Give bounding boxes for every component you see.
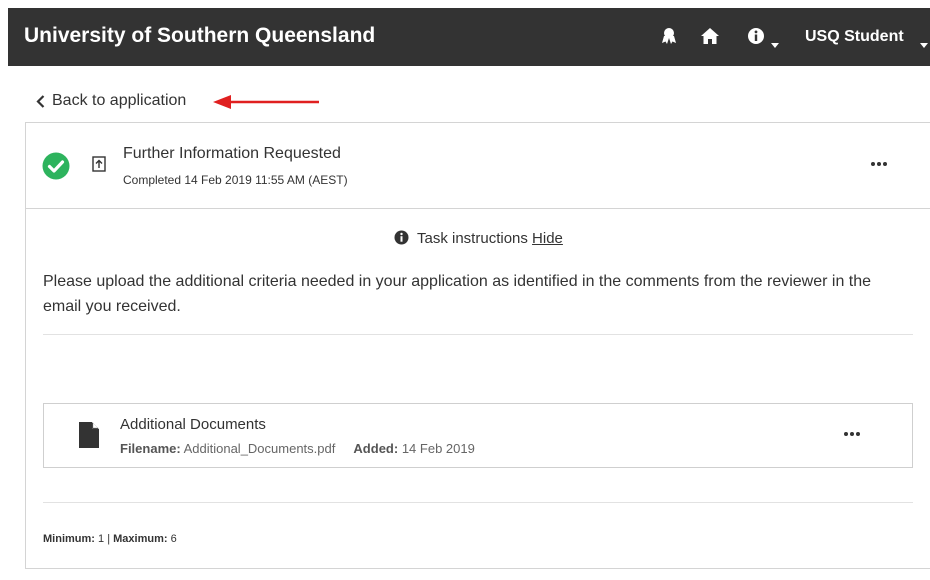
task-instructions-header: Task instructions Hide [26, 230, 930, 249]
file-name[interactable]: Additional_Documents.pdf [184, 441, 336, 456]
task-completed-status: Completed 14 Feb 2019 11:55 AM (AEST) [123, 173, 348, 187]
file-title: Additional Documents [120, 416, 266, 433]
task-more-options-icon[interactable] [866, 154, 892, 174]
uploaded-file-item: Additional Documents Filename: Additiona… [43, 403, 913, 468]
task-title: Further Information Requested [123, 145, 341, 162]
file-meta: Filename: Additional_Documents.pdf Added… [120, 441, 475, 456]
filename-label: Filename: [120, 441, 181, 456]
file-added-date: 14 Feb 2019 [401, 441, 475, 456]
hide-instructions-link[interactable]: Hide [532, 230, 563, 247]
minimum-label: Minimum: [43, 533, 95, 545]
user-dropdown-caret-icon[interactable] [920, 35, 928, 53]
file-count-limits: Minimum: 1 | Maximum: 6 [43, 533, 177, 545]
minimum-value: 1 [98, 533, 105, 545]
added-label: Added: [353, 441, 399, 456]
task-card-header: Further Information Requested Completed … [26, 123, 930, 209]
task-instructions-label: Task instructions [417, 230, 528, 247]
divider [43, 334, 913, 335]
file-more-options-icon[interactable] [839, 424, 865, 444]
top-navbar: University of Southern Queensland USQ St… [8, 8, 930, 66]
user-menu-label[interactable]: USQ Student [805, 28, 904, 46]
info-dropdown-caret-icon[interactable] [771, 35, 779, 53]
back-to-application-link[interactable]: Back to application [36, 92, 186, 110]
award-icon[interactable] [658, 25, 680, 47]
file-icon [79, 422, 99, 453]
site-title[interactable]: University of Southern Queensland [24, 24, 375, 48]
home-icon[interactable] [699, 25, 721, 47]
chevron-left-icon [36, 94, 45, 108]
task-instructions-text: Please upload the additional criteria ne… [43, 273, 872, 315]
maximum-value: 6 [170, 533, 177, 545]
back-link-label: Back to application [52, 92, 187, 109]
task-card: Further Information Requested Completed … [25, 122, 930, 569]
info-icon [394, 230, 409, 249]
maximum-label: Maximum: [113, 533, 168, 545]
annotation-arrow-icon [213, 92, 321, 117]
completed-check-icon [42, 152, 70, 185]
limits-separator: | [107, 533, 111, 545]
upload-icon [92, 156, 106, 177]
divider [43, 502, 913, 503]
info-icon[interactable] [745, 25, 767, 47]
